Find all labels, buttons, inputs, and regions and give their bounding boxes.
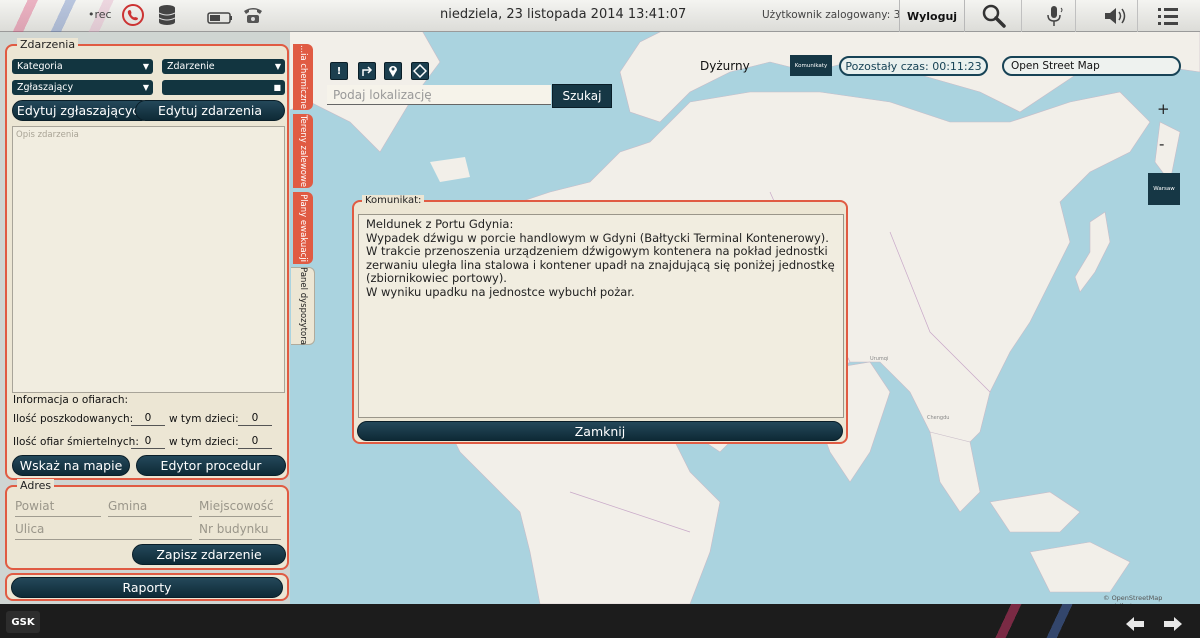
- landline-phone-icon[interactable]: [241, 3, 265, 27]
- tab-dispatcher-panel[interactable]: Panel dyspozytora: [291, 267, 315, 345]
- incident-description-textarea[interactable]: Opis zdarzenia: [12, 126, 285, 393]
- datetime-display: niedziela, 23 listopada 2014 13:41:07: [440, 7, 687, 22]
- chevron-down-icon: ▼: [142, 83, 149, 92]
- user-status: Użytkownik zalogowany: 3: [762, 9, 901, 21]
- rec-indicator: •rec: [88, 8, 112, 21]
- deaths-children-label: w tym dzieci:: [169, 436, 239, 448]
- directions-icon: [413, 64, 427, 78]
- reporter-select-label: Zgłaszający: [17, 82, 74, 93]
- show-on-map-button[interactable]: Wskaż na mapie: [12, 455, 130, 476]
- reporter-select[interactable]: Zgłaszający ▼: [12, 80, 153, 95]
- arrow-right-icon[interactable]: [1162, 613, 1184, 637]
- phone-icon[interactable]: [121, 3, 145, 27]
- deaths-count-input[interactable]: 0: [131, 435, 165, 449]
- street-field[interactable]: Ulica: [15, 522, 192, 540]
- reports-panel: Raporty: [5, 573, 289, 601]
- map-label-urumqi: Urumqi: [870, 356, 888, 362]
- top-bar: •rec niedziela, 23 listopada 2014 13:41:…: [0, 0, 1200, 32]
- remaining-time: Pozostały czas: 00:11:23: [839, 56, 988, 76]
- victims-heading: Informacja o ofiarach:: [13, 394, 129, 406]
- tab-dispatcher-panel-label: Panel dyspozytora: [297, 267, 308, 345]
- microphone-button[interactable]: [1032, 0, 1076, 32]
- tab-flood-areas[interactable]: Tereny zalewowe: [293, 114, 313, 188]
- search-icon: [982, 4, 1006, 28]
- gsk-button[interactable]: GSK: [6, 611, 40, 633]
- incidents-panel: Zdarzenia Kategoria ▼ Zdarzenie ▼ Zgłaszaj…: [5, 38, 289, 480]
- chevron-down-icon: ▼: [142, 62, 149, 71]
- map-pin-icon: [389, 66, 397, 77]
- menu-icon: [1158, 8, 1178, 25]
- chevron-down-icon: ▼: [274, 62, 281, 71]
- building-number-field[interactable]: Nr budynku: [199, 522, 281, 540]
- tab-flood-areas-label: Tereny zalewowe: [298, 114, 308, 188]
- reporter-detail-select[interactable]: ■: [162, 80, 285, 95]
- reports-button[interactable]: Raporty: [11, 577, 283, 598]
- map-layer-select[interactable]: Open Street Map: [1002, 56, 1181, 76]
- town-field[interactable]: Miejscowość: [199, 499, 281, 517]
- save-incident-button[interactable]: Zapisz zdarzenie: [132, 544, 286, 565]
- injured-label: Ilość poszkodowanych:: [13, 413, 134, 425]
- location-search-input[interactable]: Podaj lokalizację: [327, 85, 551, 105]
- microphone-icon: [1046, 6, 1062, 26]
- bottom-bar: [0, 604, 1200, 638]
- navigate-tool-button[interactable]: [411, 62, 429, 80]
- logout-button[interactable]: Wyloguj: [899, 0, 965, 32]
- tab-chemical[interactable]: ...ia chemiczne: [293, 44, 313, 110]
- injured-children-label: w tym dzieci:: [169, 413, 239, 425]
- incident-select[interactable]: Zdarzenie ▼: [162, 59, 285, 74]
- tab-evacuation-plans[interactable]: Plany ewakuacji: [293, 192, 313, 264]
- tab-chemical-label: ...ia chemiczne: [298, 44, 308, 110]
- edit-incidents-button[interactable]: Edytuj zdarzenia: [135, 100, 285, 121]
- message-text: Meldunek z Portu Gdynia: Wypadek dźwigu …: [358, 214, 844, 418]
- messages-button[interactable]: Komunikaty: [790, 55, 832, 76]
- arrow-left-icon[interactable]: [1124, 613, 1146, 637]
- alert-tool-button[interactable]: !: [330, 62, 348, 80]
- deaths-label: Ilość ofiar śmiertelnych:: [13, 436, 139, 448]
- zoom-out-button[interactable]: -: [1159, 135, 1164, 153]
- menu-button[interactable]: [1148, 0, 1188, 32]
- category-select-label: Kategoria: [17, 61, 63, 72]
- dispatcher-label: Dyżurny: [700, 59, 750, 73]
- category-select[interactable]: Kategoria ▼: [12, 59, 153, 74]
- procedure-editor-button[interactable]: Edytor procedur: [136, 455, 286, 476]
- warsaw-button[interactable]: Warsaw: [1148, 173, 1180, 205]
- battery-icon: [207, 9, 233, 24]
- incident-select-label: Zdarzenie: [167, 61, 215, 72]
- speaker-icon: [1104, 8, 1125, 24]
- zoom-in-button[interactable]: +: [1157, 100, 1170, 118]
- square-icon: ■: [273, 83, 281, 92]
- address-panel: Adres Powiat Gmina Miejscowość Ulica Nr …: [5, 479, 289, 570]
- deaths-children-input[interactable]: 0: [238, 435, 272, 449]
- injured-count-input[interactable]: 0: [131, 412, 165, 426]
- close-button[interactable]: Zamknij: [357, 421, 843, 441]
- address-legend: Adres: [17, 479, 55, 492]
- search-button[interactable]: [966, 0, 1022, 32]
- location-search-placeholder: Podaj lokalizację: [333, 88, 432, 102]
- message-dialog-legend: Komunikat:: [362, 195, 425, 206]
- county-field[interactable]: Powiat: [15, 499, 101, 517]
- volume-button[interactable]: [1092, 0, 1138, 32]
- municipality-field[interactable]: Gmina: [108, 499, 192, 517]
- message-dialog: Komunikat: Meldunek z Portu Gdynia: Wypa…: [352, 195, 848, 444]
- turn-arrow-icon: [362, 66, 373, 76]
- app-root: •rec niedziela, 23 listopada 2014 13:41:…: [0, 0, 1200, 638]
- route-tool-button[interactable]: [358, 62, 376, 80]
- marker-tool-button[interactable]: [384, 62, 402, 80]
- database-icon[interactable]: [155, 3, 179, 27]
- incidents-legend: Zdarzenia: [17, 38, 79, 51]
- exclamation-icon: !: [336, 65, 342, 77]
- search-location-button[interactable]: Szukaj: [552, 84, 612, 108]
- incident-description-placeholder: Opis zdarzenia: [16, 130, 79, 140]
- tab-evacuation-plans-label: Plany ewakuacji: [298, 194, 308, 262]
- map-label-chengdu: Chengdu: [927, 415, 949, 421]
- edit-reporters-button[interactable]: Edytuj zgłaszających: [12, 100, 152, 121]
- injured-children-input[interactable]: 0: [238, 412, 272, 426]
